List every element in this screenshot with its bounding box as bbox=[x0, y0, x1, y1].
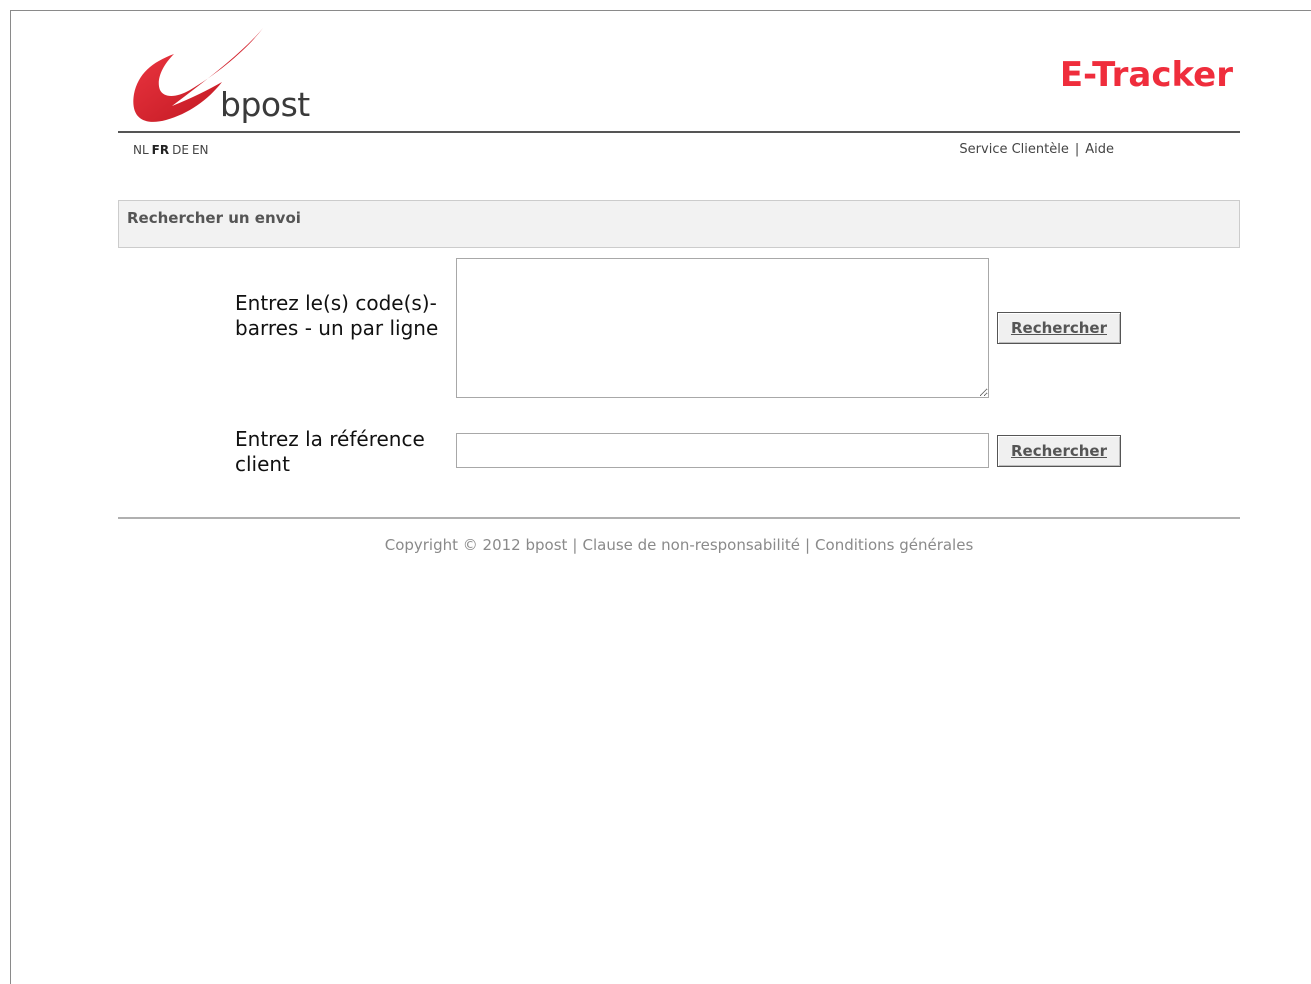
reference-label: Entrez la référence client bbox=[235, 427, 425, 476]
language-selector: NL FR DE EN bbox=[133, 143, 212, 157]
language-option-en[interactable]: EN bbox=[192, 143, 209, 157]
copyright-text: Copyright © 2012 bpost bbox=[384, 536, 568, 554]
top-links: Service Clientèle | Aide bbox=[959, 142, 1114, 157]
language-option-nl[interactable]: NL bbox=[133, 143, 149, 157]
disclaimer-link[interactable]: Clause de non-responsabilité bbox=[582, 536, 800, 554]
footer: Copyright © 2012 bpost | Clause de non-res… bbox=[118, 536, 1240, 554]
barcode-textarea[interactable] bbox=[456, 258, 989, 398]
footer-separator: | bbox=[804, 536, 811, 554]
link-separator: | bbox=[1074, 142, 1080, 157]
header-divider bbox=[118, 131, 1240, 133]
language-option-fr[interactable]: FR bbox=[152, 143, 169, 157]
logo-wordmark: bpost bbox=[220, 85, 310, 124]
section-title: Rechercher un envoi bbox=[127, 209, 301, 227]
footer-divider bbox=[118, 517, 1240, 519]
customer-service-link[interactable]: Service Clientèle bbox=[959, 142, 1068, 157]
barcode-label: Entrez le(s) code(s)-barres - un par lig… bbox=[235, 291, 439, 340]
app-title: E-Tracker bbox=[1059, 55, 1233, 95]
section-header: Rechercher un envoi bbox=[118, 200, 1240, 248]
terms-link[interactable]: Conditions générales bbox=[815, 536, 973, 554]
footer-separator: | bbox=[572, 536, 578, 554]
barcode-search-button[interactable]: Rechercher bbox=[997, 312, 1121, 344]
reference-input[interactable] bbox=[456, 433, 989, 468]
language-option-de[interactable]: DE bbox=[172, 143, 189, 157]
reference-search-button[interactable]: Rechercher bbox=[997, 435, 1121, 467]
help-link[interactable]: Aide bbox=[1085, 142, 1114, 157]
